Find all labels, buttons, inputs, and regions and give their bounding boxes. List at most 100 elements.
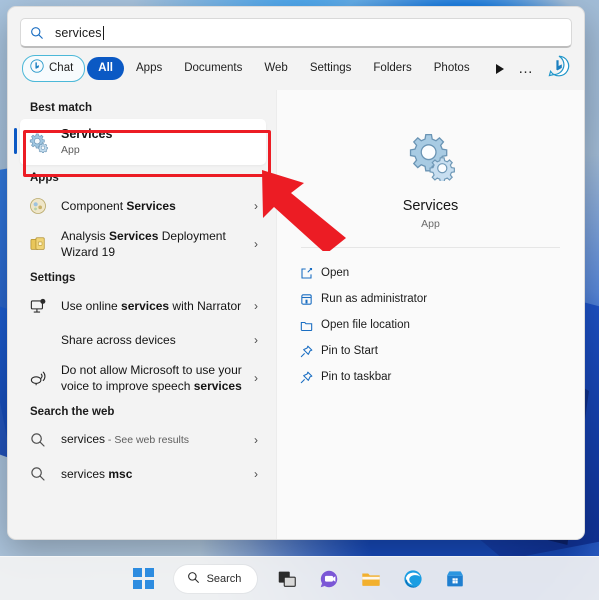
result-title: services msc — [61, 466, 133, 481]
task-view-icon[interactable] — [271, 563, 303, 595]
result-title: Share across devices — [61, 332, 176, 347]
result-labels: Use online services with Narrator — [61, 299, 248, 314]
edge-icon[interactable] — [397, 563, 429, 595]
action-pin-to-taskbar[interactable]: Pin to taskbar — [277, 364, 584, 390]
text-caret — [102, 25, 104, 40]
action-label: Pin to Start — [321, 345, 378, 357]
result-analysis-services-wizard[interactable]: Analysis Services Deployment Wizard 19 › — [20, 223, 266, 265]
chevron-right-icon[interactable]: › — [254, 433, 258, 447]
services-gears-icon — [277, 124, 584, 186]
bing-chat-icon — [30, 59, 44, 78]
file-explorer-icon[interactable] — [355, 563, 387, 595]
pin-icon — [299, 370, 321, 385]
search-icon — [26, 462, 50, 486]
result-labels: Component Services — [61, 199, 248, 214]
action-open-file-location[interactable]: Open file location — [277, 312, 584, 338]
action-label: Open — [321, 267, 350, 279]
result-labels: services msc — [61, 467, 248, 482]
result-labels: Analysis Services Deployment Wizard 19 — [61, 228, 248, 260]
search-icon — [26, 428, 50, 452]
result-title: Analysis Services Deployment Wizard 19 — [61, 229, 226, 259]
analysis-services-icon — [26, 232, 50, 256]
group-heading-settings: Settings — [30, 272, 76, 284]
preview-app-name: Services — [402, 198, 459, 214]
chevron-right-icon[interactable]: › — [254, 237, 258, 251]
preview-pane: Services App Open Run as administrator O… — [276, 90, 584, 539]
tab-settings[interactable]: Settings — [300, 57, 362, 80]
result-title: Use online services with Narrator — [61, 298, 242, 313]
action-pin-to-start[interactable]: Pin to Start — [277, 338, 584, 364]
result-title: services - See web results — [61, 432, 190, 446]
blank-icon — [26, 328, 50, 352]
chat-teams-icon[interactable] — [313, 563, 345, 595]
component-services-icon — [26, 194, 50, 218]
tab-apps[interactable]: Apps — [126, 57, 172, 80]
taskbar-search-button[interactable]: Search — [173, 564, 258, 593]
chevron-right-icon[interactable]: › — [254, 199, 258, 213]
chevron-right-icon[interactable]: › — [254, 299, 258, 313]
result-web-services[interactable]: services - See web results › — [20, 423, 266, 457]
result-do-not-allow-speech-services[interactable]: Do not allow Microsoft to use your voice… — [20, 357, 266, 399]
result-share-across-devices[interactable]: Share across devices › — [20, 323, 266, 357]
result-web-services-msc[interactable]: services msc › — [20, 457, 266, 491]
services-gears-icon — [26, 130, 50, 154]
results-area: Best match Services App Apps Component S… — [8, 90, 584, 539]
shield-run-icon — [299, 292, 321, 307]
search-input-value: services — [55, 25, 102, 40]
action-run-as-administrator[interactable]: Run as administrator — [277, 286, 584, 312]
chevron-right-icon[interactable]: › — [254, 333, 258, 347]
chevron-right-icon[interactable]: › — [254, 467, 258, 481]
start-logo — [133, 568, 154, 589]
taskbar: Search — [0, 556, 599, 600]
speech-icon — [26, 366, 50, 390]
result-subtitle: App — [61, 144, 80, 156]
chevron-right-icon[interactable]: › — [254, 371, 258, 385]
tab-chat[interactable]: Chat — [22, 55, 86, 82]
overflow-ellipsis-icon[interactable]: … — [518, 61, 534, 76]
taskbar-search-label: Search — [206, 572, 242, 585]
play-triangle-icon[interactable] — [496, 63, 504, 74]
action-label: Open file location — [321, 319, 410, 331]
filter-tab-strip: Chat All Apps Documents Web Settings Fol… — [8, 48, 584, 90]
tab-photos[interactable]: Photos — [424, 57, 480, 80]
action-open[interactable]: Open — [277, 260, 584, 286]
action-label: Pin to taskbar — [321, 371, 392, 383]
tab-chat-label: Chat — [49, 62, 74, 74]
search-bar-container: services — [8, 7, 584, 48]
windows-start-icon[interactable] — [128, 563, 160, 595]
search-icon — [187, 571, 200, 587]
selection-indicator — [14, 128, 17, 154]
microsoft-store-icon[interactable] — [439, 563, 471, 595]
bing-logo-icon[interactable] — [548, 55, 570, 82]
result-title: Do not allow Microsoft to use your voice… — [61, 363, 242, 393]
narrator-icon — [26, 294, 50, 318]
app-preview: Services App — [277, 90, 584, 230]
preview-actions: Open Run as administrator Open file loca… — [277, 248, 584, 390]
tab-folders[interactable]: Folders — [363, 57, 421, 80]
result-labels: Services App — [61, 127, 258, 157]
result-component-services[interactable]: Component Services › — [20, 189, 266, 223]
tab-documents[interactable]: Documents — [174, 57, 252, 80]
action-label: Run as administrator — [321, 293, 428, 305]
tab-web[interactable]: Web — [254, 57, 297, 80]
result-labels: services - See web results — [61, 432, 248, 448]
search-flyout-panel: services Chat All Apps Documents Web Set… — [7, 6, 585, 540]
result-labels: Share across devices — [61, 333, 248, 348]
result-use-online-services-narrator[interactable]: Use online services with Narrator › — [20, 289, 266, 323]
folder-icon — [299, 318, 321, 333]
tab-strip-right-controls: … — [496, 55, 574, 82]
result-title: Services — [61, 127, 113, 141]
pin-icon — [299, 344, 321, 359]
result-title: Component Services — [61, 198, 176, 213]
group-heading-best-match: Best match — [30, 102, 92, 114]
result-best-match-services[interactable]: Services App — [14, 119, 266, 165]
group-heading-search-the-web: Search the web — [30, 406, 115, 418]
preview-app-type: App — [421, 218, 440, 230]
tab-all[interactable]: All — [87, 57, 124, 80]
group-heading-apps: Apps — [30, 172, 59, 184]
result-labels: Do not allow Microsoft to use your voice… — [61, 362, 248, 394]
search-icon — [30, 26, 44, 40]
results-list: Best match Services App Apps Component S… — [8, 90, 276, 539]
open-external-icon — [299, 266, 321, 281]
search-input[interactable]: services — [20, 18, 572, 48]
